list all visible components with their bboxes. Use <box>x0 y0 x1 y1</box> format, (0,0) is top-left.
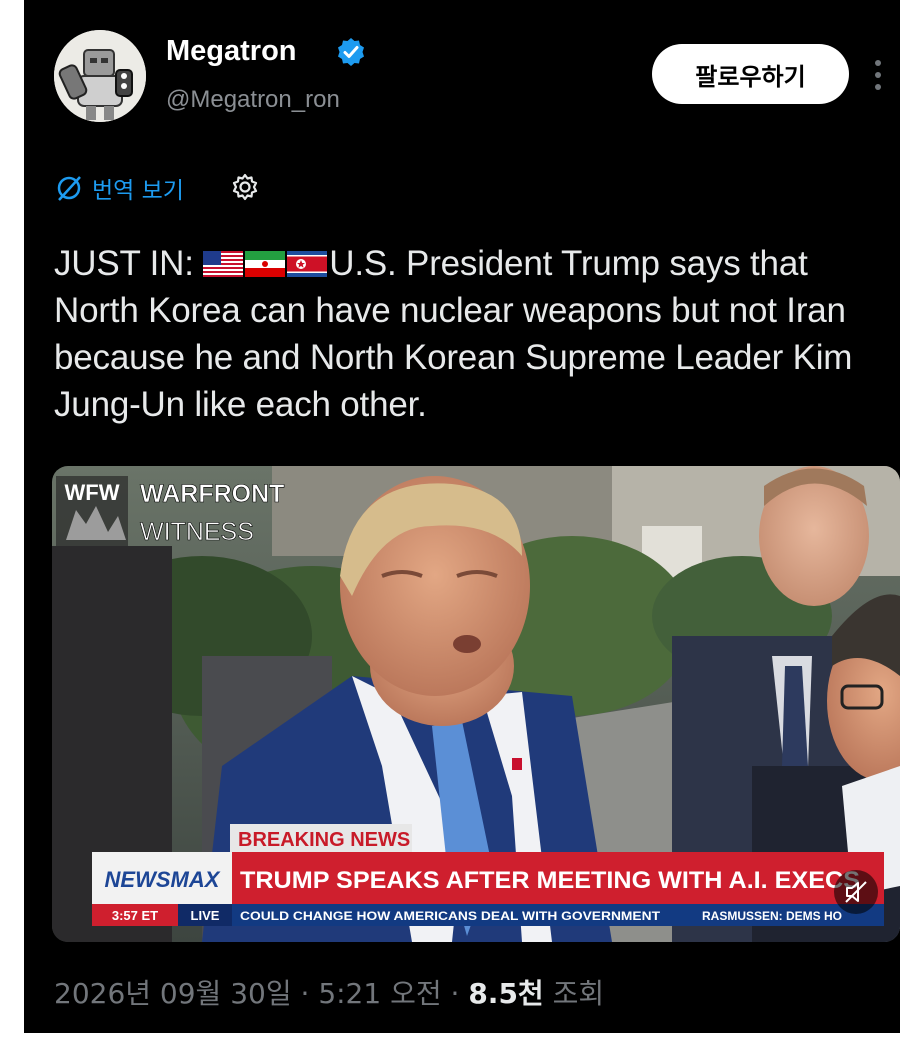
follow-button[interactable]: 팔로우하기 <box>652 44 849 104</box>
headline: TRUMP SPEAKS AFTER MEETING WITH A.I. EXE… <box>240 867 860 894</box>
muted-speaker-icon <box>845 881 867 903</box>
avatar[interactable] <box>54 30 146 122</box>
view-label: 조회 <box>543 977 605 1010</box>
tweet-meta: 2026년 09월 30일 · 5:21 오전 · 8.5천 조회 <box>54 972 604 1012</box>
live-label: LIVE <box>191 908 220 923</box>
broadcast-time: 3:57 ET <box>112 908 158 923</box>
tweet-card: Megatron @Megatron_ron 팔로우하기 번역 보기 JUST … <box>24 0 900 1033</box>
north-korea-flag-icon <box>287 251 328 277</box>
more-options-icon[interactable] <box>872 58 884 92</box>
tweet-prefix: JUST IN: <box>54 244 204 283</box>
translate-globe-icon <box>57 176 81 201</box>
news-ticker: COULD CHANGE HOW AMERICANS DEAL WITH GOV… <box>240 909 661 923</box>
translate-label: 번역 보기 <box>92 178 184 204</box>
gear-icon[interactable] <box>230 172 260 202</box>
iran-flag-icon <box>245 251 286 277</box>
translate-link[interactable]: 번역 보기 <box>54 168 184 208</box>
separator: · <box>291 977 319 1010</box>
us-flag-icon <box>203 251 244 277</box>
video-player[interactable]: WFW WARFRONT WITNESS BREAKING NEWS NEWSM… <box>52 466 900 942</box>
watermark-line1: WARFRONT <box>140 480 284 508</box>
news-ticker-right: RASMUSSEN: DEMS HO <box>702 909 842 923</box>
tweet-time[interactable]: 5:21 오전 <box>318 977 441 1010</box>
mute-button[interactable] <box>834 870 878 914</box>
display-name[interactable]: Megatron <box>166 35 297 68</box>
separator: · <box>441 977 469 1010</box>
watermark-line2: WITNESS <box>140 518 254 546</box>
video-frame: WFW WARFRONT WITNESS BREAKING NEWS NEWSM… <box>52 466 900 942</box>
tweet-date[interactable]: 2026년 09월 30일 <box>54 977 292 1010</box>
tweet-text: JUST IN: U.S. President Trump says that … <box>54 240 874 428</box>
watermark-logo: WFW <box>65 480 120 505</box>
view-count: 8.5천 <box>468 977 544 1010</box>
breaking-news-label: BREAKING NEWS <box>238 829 410 851</box>
newsmax-logo: NEWSMAX <box>105 867 221 892</box>
verified-badge-icon <box>338 38 364 66</box>
user-handle[interactable]: @Megatron_ron <box>166 86 340 114</box>
robot-avatar-image <box>54 30 146 122</box>
